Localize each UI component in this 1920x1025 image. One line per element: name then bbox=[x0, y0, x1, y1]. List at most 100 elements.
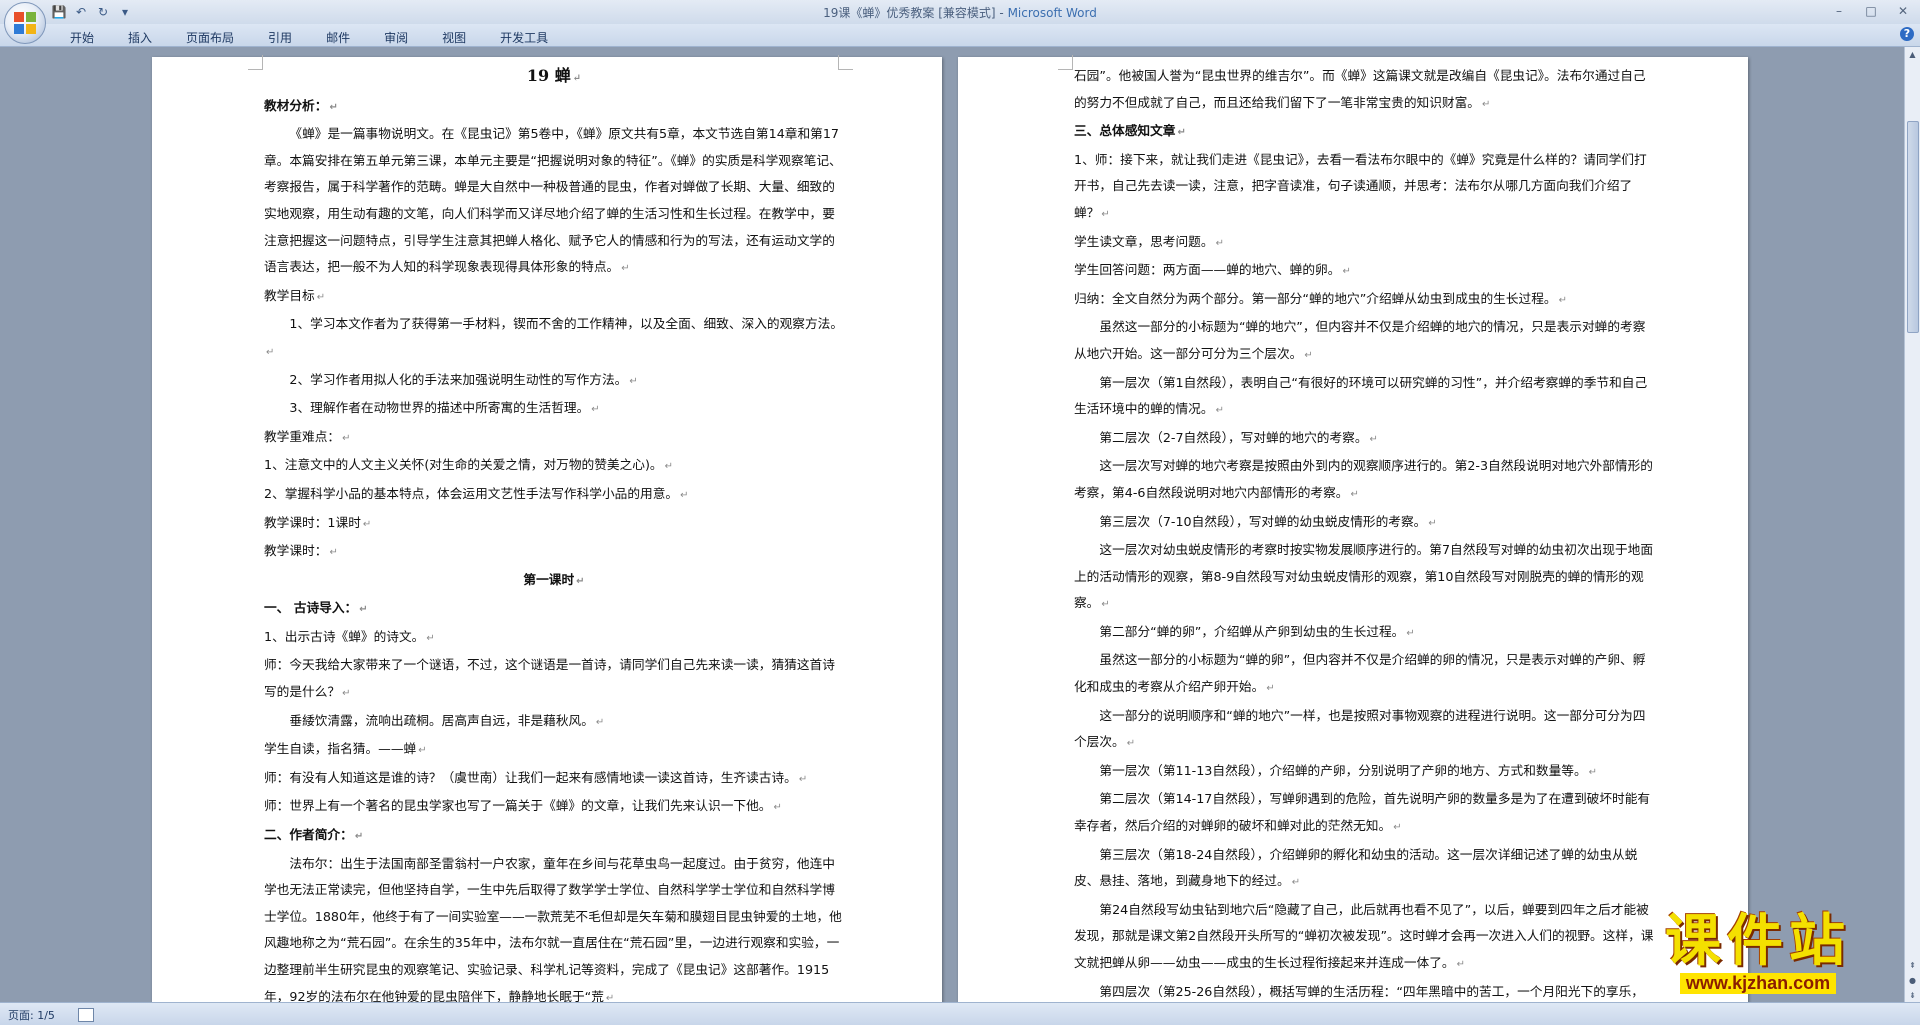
page-text-right[interactable]: 石园”。他被国人誉为“昆虫世界的维吉尔”。而《蝉》这篇课文就是改编自《昆虫记》。… bbox=[1074, 63, 1654, 1003]
proofing-status-icon[interactable] bbox=[78, 1008, 94, 1022]
watermark-url: www.kjzhan.com bbox=[1679, 973, 1837, 994]
paragraph-text: 教学目标 bbox=[264, 287, 315, 303]
paragraph: 一、 古诗导入： ↵ bbox=[264, 595, 844, 624]
tab-home[interactable]: 开始 bbox=[60, 27, 104, 47]
maximize-icon[interactable]: □ bbox=[1860, 2, 1882, 20]
paragraph-mark-icon: ↵ bbox=[572, 73, 582, 84]
paragraph-text: 第一层次（第1自然段），表明自己“有很好的环境可以研究蝉的习性”，并介绍考察蝉的… bbox=[1074, 374, 1648, 417]
document-page-left[interactable]: 19 蝉 ↵ 教材分析： ↵ 《蝉》是一篇事物说明文。在《昆虫记》第5卷中，《蝉》原文共… bbox=[152, 55, 942, 1003]
tab-developer[interactable]: 开发工具 bbox=[490, 27, 558, 47]
paragraph: 第二部分“蝉的卵”，介绍蝉从产卵到幼虫的生长过程。 ↵ bbox=[1074, 619, 1654, 648]
paragraph-text: 教学课时：1课时 bbox=[264, 514, 361, 530]
paragraph-text: 第二部分“蝉的卵”，介绍蝉从产卵到幼虫的生长过程。 bbox=[1099, 623, 1405, 639]
paragraph-mark-icon: ↵ bbox=[1215, 405, 1224, 417]
help-icon[interactable]: ? bbox=[1900, 27, 1914, 41]
vertical-scrollbar[interactable]: ▲ ⇞ ● ⇟ bbox=[1904, 47, 1920, 1003]
paragraph: 教材分析： ↵ bbox=[264, 93, 844, 122]
paragraph: 1、师：接下来，就让我们走进《昆虫记》，去看一看法布尔眼中的《蝉》究竟是什么样的… bbox=[1074, 147, 1654, 229]
paragraph: 师：世界上有一个著名的昆虫学家也写了一篇关于《蝉》的文章，让我们先来认识一下他。… bbox=[264, 793, 844, 822]
paragraph-text: 3、理解作者在动物世界的描述中所寄寓的生活哲理。 bbox=[289, 400, 590, 416]
paragraph: 1、注意文中的人文主义关怀(对生命的关爱之情，对万物的赞美之心)。 ↵ bbox=[264, 452, 844, 481]
tab-insert[interactable]: 插入 bbox=[118, 27, 162, 47]
paragraph-text: 归纳：全文自然分为两个部分。第一部分“蝉的地穴”介绍蝉从幼虫到成虫的生长过程。 bbox=[1074, 290, 1557, 306]
paragraph: 虽然这一部分的小标题为“蝉的地穴”，但内容并不仅是介绍蝉的地穴的情况，只是表示对… bbox=[1074, 314, 1654, 369]
paragraph: 2、掌握科学小品的基本特点，体会运用文艺性手法写作科学小品的用意。 ↵ bbox=[264, 481, 844, 510]
paragraph-text: 学生读文章，思考问题。 bbox=[1074, 233, 1214, 249]
paragraph-mark-icon: ↵ bbox=[1101, 208, 1110, 220]
tab-references[interactable]: 引用 bbox=[258, 27, 302, 47]
paragraph-text: 三、总体感知文章 bbox=[1074, 123, 1176, 139]
paragraph-mark-icon: ↵ bbox=[1558, 294, 1567, 306]
tab-review[interactable]: 审阅 bbox=[374, 27, 418, 47]
office-button[interactable] bbox=[4, 2, 46, 44]
paragraph-text: 虽然这一部分的小标题为“蝉的地穴”，但内容并不仅是介绍蝉的地穴的情况，只是表示对… bbox=[1074, 319, 1646, 361]
paragraph-text: 一、 古诗导入： bbox=[264, 600, 358, 616]
paragraph-text: 第三层次（7-10自然段），写对蝉的幼虫蜕皮情形的考察。 bbox=[1099, 513, 1427, 529]
paragraph: 教学重难点： ↵ bbox=[264, 424, 844, 453]
paragraph: 19 蝉 ↵ bbox=[264, 63, 844, 93]
paragraph-mark-icon: ↵ bbox=[1177, 127, 1186, 139]
scrollbar-thumb[interactable] bbox=[1907, 121, 1919, 333]
paragraph-text: 1、出示古诗《蝉》的诗文。 bbox=[264, 628, 425, 644]
tab-view[interactable]: 视图 bbox=[432, 27, 476, 47]
paragraph-text: 第四层次（第25-26自然段），概括写蝉的生活历程：“四年黑暗中的苦工，一个月阳… bbox=[1099, 983, 1644, 999]
paragraph: 学生自读，指名猜。——蝉 ↵ bbox=[264, 736, 844, 765]
paragraph-text: 第一课时 bbox=[523, 571, 575, 587]
paragraph-text: 学生自读，指名猜。——蝉 bbox=[264, 741, 417, 757]
paragraph-mark-icon: ↵ bbox=[798, 773, 808, 785]
paragraph-text: 19 蝉 bbox=[526, 66, 571, 85]
paragraph-mark-icon: ↵ bbox=[595, 716, 605, 728]
paragraph-mark-icon: ↵ bbox=[1126, 738, 1136, 750]
paragraph-text: 石园”。他被国人誉为“昆虫世界的维吉尔”。而《蝉》这篇课文就是改编自《昆虫记》。… bbox=[1074, 68, 1646, 110]
paragraph-mark-icon: ↵ bbox=[1342, 266, 1351, 278]
margin-corner-mark bbox=[1058, 55, 1073, 70]
paragraph-mark-icon: ↵ bbox=[426, 632, 435, 644]
paragraph-text: 教学重难点： bbox=[264, 428, 341, 444]
paragraph-text: 这一层次对幼虫蜕皮情形的考察时按实物发展顺序进行的。第7自然段写对蝉的幼虫初次出… bbox=[1074, 542, 1654, 611]
paragraph: 第24自然段写幼虫钻到地穴后“隐藏了自己，此后就再也看不见了”，以后，蝉要到四年… bbox=[1074, 897, 1654, 979]
kjzhan-watermark-logo: 课件站 www.kjzhan.com bbox=[1608, 911, 1908, 1001]
paragraph-text: 师：有没有人知道这是谁的诗？（虞世南）让我们一起来有感情地读一读这首诗，生齐读古… bbox=[264, 769, 797, 785]
paragraph-mark-icon: ↵ bbox=[342, 688, 351, 700]
paragraph-mark-icon: ↵ bbox=[1350, 488, 1359, 500]
paragraph-mark-icon: ↵ bbox=[591, 404, 600, 416]
paragraph: 这一层次写对蝉的地穴考察是按照由外到内的观察顺序进行的。第2-3自然段说明对地穴… bbox=[1074, 453, 1654, 508]
paragraph-text: 这一部分的说明顺序和“蝉的地穴”一样，也是按照对事物观察的进程进行说明。这一部分… bbox=[1074, 707, 1646, 750]
paragraph-mark-icon: ↵ bbox=[354, 831, 364, 843]
paragraph-mark-icon: ↵ bbox=[362, 518, 372, 530]
paragraph: 第二层次（第14-17自然段），写蝉卵遇到的危险，首先说明产卵的数量多是为了在遭… bbox=[1074, 786, 1654, 841]
document-page-right[interactable]: 石园”。他被国人誉为“昆虫世界的维吉尔”。而《蝉》这篇课文就是改编自《昆虫记》。… bbox=[958, 55, 1748, 1003]
paragraph-mark-icon: ↵ bbox=[680, 489, 689, 501]
paragraph-text: 虽然这一部分的小标题为“蝉的卵”，但内容并不仅是介绍蝉的卵的情况，只是表示对蝉的… bbox=[1074, 652, 1646, 695]
paragraph-mark-icon: ↵ bbox=[576, 575, 585, 587]
window-title: 19课《蝉》优秀教案 [兼容模式] - Microsoft Word bbox=[0, 4, 1920, 21]
document-title: 19课《蝉》优秀教案 [兼容模式] - bbox=[823, 6, 1008, 20]
paragraph-mark-icon: ↵ bbox=[342, 432, 351, 444]
page-text-left[interactable]: 19 蝉 ↵ 教材分析： ↵ 《蝉》是一篇事物说明文。在《昆虫记》第5卷中，《蝉》原文共… bbox=[264, 63, 844, 1003]
paragraph-text: 《蝉》是一篇事物说明文。在《昆虫记》第5卷中，《蝉》原文共有5章，本文节选自第1… bbox=[264, 126, 842, 275]
paragraph-text: 1、师：接下来，就让我们走进《昆虫记》，去看一看法布尔眼中的《蝉》究竟是什么样的… bbox=[1074, 151, 1647, 220]
scroll-up-icon[interactable]: ▲ bbox=[1905, 47, 1920, 62]
paragraph: 第一层次（第11-13自然段），介绍蝉的产卵，分别说明了产卵的地方、方式和数量等… bbox=[1074, 758, 1654, 787]
paragraph: 石园”。他被国人誉为“昆虫世界的维吉尔”。而《蝉》这篇课文就是改编自《昆虫记》。… bbox=[1074, 63, 1654, 118]
tab-mailings[interactable]: 邮件 bbox=[316, 27, 360, 47]
close-icon[interactable]: ✕ bbox=[1892, 2, 1914, 20]
paragraph-mark-icon: ↵ bbox=[1588, 766, 1598, 778]
paragraph: 第一层次（第1自然段），表明自己“有很好的环境可以研究蝉的习性”，并介绍考察蝉的… bbox=[1074, 370, 1654, 425]
paragraph-text: 第二层次（第14-17自然段），写蝉卵遇到的危险，首先说明产卵的数量多是为了在遭… bbox=[1074, 791, 1651, 834]
paragraph-text: 第一层次（第11-13自然段），介绍蝉的产卵，分别说明了产卵的地方、方式和数量等… bbox=[1099, 762, 1587, 778]
paragraph-text: 第24自然段写幼虫钻到地穴后“隐藏了自己，此后就再也看不见了”，以后，蝉要到四年… bbox=[1074, 901, 1654, 970]
paragraph: 学生回答问题：两方面——蝉的地穴、蝉的卵。 ↵ bbox=[1074, 257, 1654, 286]
paragraph-mark-icon: ↵ bbox=[266, 346, 275, 358]
ribbon: 开始 插入 页面布局 引用 邮件 审阅 视图 开发工具 ? bbox=[0, 24, 1920, 47]
paragraph: 第二层次（2-7自然段），写对蝉的地穴的考察。 ↵ bbox=[1074, 425, 1654, 454]
page-count-status[interactable]: 页面: 1/5 bbox=[8, 1007, 55, 1023]
paragraph-mark-icon: ↵ bbox=[1291, 877, 1301, 889]
paragraph: 3、理解作者在动物世界的描述中所寄寓的生活哲理。 ↵ bbox=[264, 395, 844, 424]
paragraph-text: 法布尔：出生于法国南部圣雷翁村一户农家，童年在乡间与花草虫鸟一起度过。由于贫穷，… bbox=[264, 855, 842, 1003]
minimize-icon[interactable]: – bbox=[1828, 2, 1850, 20]
paragraph: 法布尔：出生于法国南部圣雷翁村一户农家，童年在乡间与花草虫鸟一起度过。由于贫穷，… bbox=[264, 851, 844, 1003]
paragraph-text: 学生回答问题：两方面——蝉的地穴、蝉的卵。 bbox=[1074, 262, 1341, 278]
tab-page-layout[interactable]: 页面布局 bbox=[176, 27, 244, 47]
status-bar: 页面: 1/5 bbox=[0, 1002, 1920, 1025]
